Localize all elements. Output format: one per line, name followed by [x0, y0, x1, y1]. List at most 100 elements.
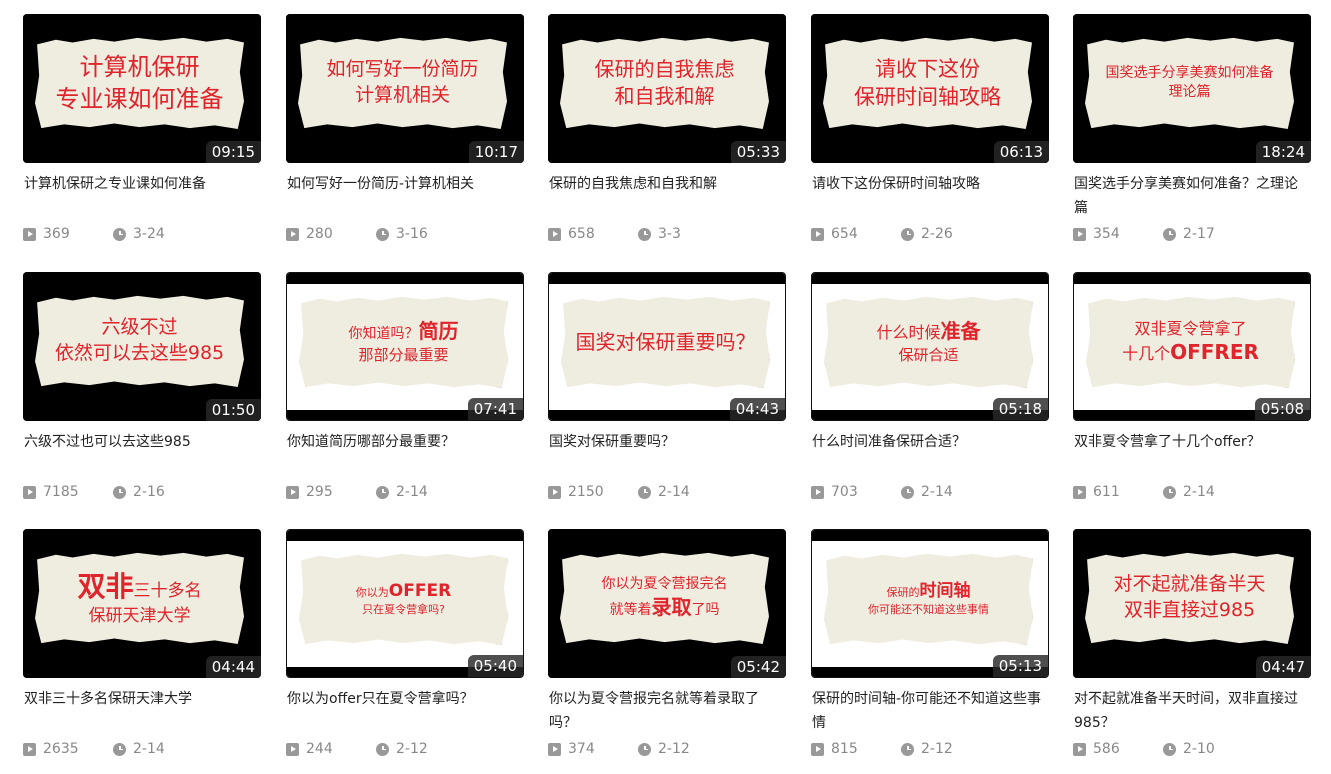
video-title[interactable]: 如何写好一份简历-计算机相关	[287, 172, 523, 196]
video-title[interactable]: 六级不过也可以去这些985	[24, 430, 260, 454]
thumbnail-text: 对不起就准备半天	[1113, 573, 1266, 596]
view-count: 244	[286, 741, 376, 757]
thumbnail-top-band	[548, 529, 786, 541]
video-thumbnail[interactable]: 对不起就准备半天 双非直接过985 04:47	[1073, 529, 1311, 678]
video-title[interactable]: 双非夏令营拿了十几个offer？	[1074, 430, 1310, 454]
video-title[interactable]: 保研的时间轴-你可能还不知道这些事情	[812, 687, 1048, 735]
video-title[interactable]: 你以为夏令营报完名就等着录取了吗？	[549, 687, 785, 735]
video-title[interactable]: 你知道简历哪部分最重要？	[287, 430, 523, 454]
video-card[interactable]: 计算机保研 专业课如何准备 09:15 计算机保研之专业课如何准备 369 3-24	[23, 14, 261, 259]
view-count-text: 354	[1093, 226, 1120, 242]
video-title[interactable]: 你以为offer只在夏令营拿吗？	[287, 687, 523, 711]
video-card[interactable]: 保研的时间轴 你可能还不知道这些事情 05:13 保研的时间轴-你可能还不知道这些事情…	[811, 529, 1049, 774]
clock-icon	[376, 742, 389, 756]
video-meta: 2150 2-14	[548, 482, 786, 502]
video-thumbnail[interactable]: 双非三十多名 保研天津大学 04:44	[23, 529, 261, 678]
video-title[interactable]: 国奖选手分享美赛如何准备？之理论篇	[1074, 172, 1310, 220]
video-card[interactable]: 什么时候准备 保研合适 05:18 什么时间准备保研合适？ 703 2-14	[811, 272, 1049, 517]
view-count-text: 244	[306, 741, 333, 757]
video-card[interactable]: 你知道吗？简历 那部分最重要 07:41 你知道简历哪部分最重要？ 295 2-14	[286, 272, 524, 517]
video-title[interactable]: 请收下这份保研时间轴攻略	[812, 172, 1048, 196]
thumbnail-text-line: 那部分最重要	[358, 345, 448, 365]
video-meta: 295 2-14	[286, 482, 524, 502]
video-thumbnail[interactable]: 你以为夏令营报完名 就等着录取了吗 05:42	[548, 529, 786, 678]
view-count: 374	[548, 741, 638, 757]
video-card[interactable]: 六级不过 依然可以去这些985 01:50 六级不过也可以去这些985 7185 2-16	[23, 272, 261, 517]
thumbnail-text-line: 国奖选手分享美赛如何准备	[1106, 64, 1274, 83]
thumbnail-top-band	[812, 530, 1048, 541]
video-title[interactable]: 计算机保研之专业课如何准备	[24, 172, 260, 196]
video-thumbnail[interactable]: 什么时候准备 保研合适 05:18	[811, 272, 1049, 421]
clock-icon	[113, 742, 126, 756]
video-card[interactable]: 保研的自我焦虑 和自我和解 05:33 保研的自我焦虑和自我和解 658 3-3	[548, 14, 786, 259]
video-thumbnail[interactable]: 计算机保研 专业课如何准备 09:15	[23, 14, 261, 163]
video-card[interactable]: 如何写好一份简历 计算机相关 10:17 如何写好一份简历-计算机相关 280 3-16	[286, 14, 524, 259]
video-thumbnail[interactable]: 六级不过 依然可以去这些985 01:50	[23, 272, 261, 421]
duration-badge: 05:40	[467, 655, 523, 677]
publish-date-text: 3-3	[658, 226, 681, 242]
video-card[interactable]: 你以为OFFER 只在夏令营拿吗? 05:40 你以为offer只在夏令营拿吗？ 244…	[286, 529, 524, 774]
publish-date: 2-26	[901, 226, 953, 242]
thumbnail-paper-graphic: 国奖选手分享美赛如何准备 理论篇	[1085, 37, 1294, 129]
video-card[interactable]: 国奖选手分享美赛如何准备 理论篇 18:24 国奖选手分享美赛如何准备？之理论篇 354…	[1073, 14, 1311, 259]
video-card[interactable]: 对不起就准备半天 双非直接过985 04:47 对不起就准备半天时间，双非直接过985…	[1073, 529, 1311, 774]
video-thumbnail[interactable]: 国奖对保研重要吗？ 04:43	[548, 272, 786, 421]
thumbnail-text-line: 六级不过	[101, 315, 177, 341]
thumbnail-text-line: 只在夏令营拿吗?	[362, 603, 445, 618]
video-thumbnail[interactable]: 保研的时间轴 你可能还不知道这些事情 05:13	[811, 529, 1049, 678]
video-thumbnail[interactable]: 你知道吗？简历 那部分最重要 07:41	[286, 272, 524, 421]
video-thumbnail[interactable]: 如何写好一份简历 计算机相关 10:17	[286, 14, 524, 163]
thumbnail-text-line: 十几个OFFRER	[1122, 339, 1259, 366]
video-title[interactable]: 双非三十多名保研天津大学	[24, 687, 260, 711]
video-meta: 586 2-10	[1073, 739, 1311, 759]
video-thumbnail[interactable]: 保研的自我焦虑 和自我和解 05:33	[548, 14, 786, 163]
thumbnail-text-line: 你以为夏令营报完名	[602, 575, 728, 594]
thumbnail-text: 理论篇	[1168, 84, 1211, 100]
video-meta: 611 2-14	[1073, 482, 1311, 502]
view-count-text: 586	[1093, 741, 1120, 757]
thumbnail-text-line: 双非直接过985	[1124, 598, 1255, 624]
thumbnail-text: 双非夏令营拿了	[1134, 318, 1247, 338]
view-count: 369	[23, 226, 113, 242]
thumbnail-paper-graphic: 双非三十多名 保研天津大学	[35, 552, 244, 644]
video-title[interactable]: 什么时间准备保研合适？	[812, 430, 1048, 454]
video-meta: 244 2-12	[286, 739, 524, 759]
thumbnail-text-line: 对不起就准备半天	[1113, 572, 1265, 598]
view-count-text: 658	[568, 226, 595, 242]
video-thumbnail[interactable]: 双非夏令营拿了 十几个OFFRER 05:08	[1073, 272, 1311, 421]
video-card[interactable]: 国奖对保研重要吗？ 04:43 国奖对保研重要吗？ 2150 2-14	[548, 272, 786, 517]
clock-icon	[376, 227, 389, 241]
view-count-text: 611	[1093, 484, 1120, 500]
video-card[interactable]: 双非三十多名 保研天津大学 04:44 双非三十多名保研天津大学 2635 2-14	[23, 529, 261, 774]
view-count-text: 295	[306, 484, 333, 500]
video-card[interactable]: 双非夏令营拿了 十几个OFFRER 05:08 双非夏令营拿了十几个offer？ 611…	[1073, 272, 1311, 517]
view-count: 2635	[23, 741, 113, 757]
thumbnail-text: 计算机相关	[354, 84, 450, 106]
thumbnail-text-line: 保研的自我焦虑	[595, 56, 735, 83]
video-card[interactable]: 请收下这份 保研时间轴攻略 06:13 请收下这份保研时间轴攻略 654 2-26	[811, 14, 1049, 259]
thumbnail-text: 就等着	[609, 601, 652, 618]
view-count: 658	[548, 226, 638, 242]
thumbnail-text: 那部分最重要	[358, 346, 449, 365]
publish-date: 2-10	[1163, 741, 1215, 757]
video-thumbnail[interactable]: 你以为OFFER 只在夏令营拿吗? 05:40	[286, 529, 524, 678]
video-title[interactable]: 保研的自我焦虑和自我和解	[549, 172, 785, 196]
video-thumbnail[interactable]: 国奖选手分享美赛如何准备 理论篇 18:24	[1073, 14, 1311, 163]
view-count: 354	[1073, 226, 1163, 242]
thumbnail-text-line: 保研合适	[898, 345, 958, 365]
video-title[interactable]: 对不起就准备半天时间，双非直接过985？	[1074, 687, 1310, 735]
video-meta: 280 3-16	[286, 224, 524, 244]
thumbnail-text-emphasis: 录取	[651, 594, 692, 619]
thumbnail-top-band	[1074, 273, 1310, 284]
play-count-icon	[548, 742, 561, 756]
thumbnail-paper-graphic: 国奖对保研重要吗？	[561, 296, 770, 388]
duration-badge: 01:50	[205, 399, 261, 421]
video-meta: 703 2-14	[811, 482, 1049, 502]
thumbnail-text-emphasis: 简历	[418, 319, 459, 344]
thumbnail-top-band	[548, 14, 786, 26]
publish-date-text: 2-12	[921, 741, 953, 757]
video-thumbnail[interactable]: 请收下这份 保研时间轴攻略 06:13	[811, 14, 1049, 163]
video-card[interactable]: 你以为夏令营报完名 就等着录取了吗 05:42 你以为夏令营报完名就等着录取了吗？ 37…	[548, 529, 786, 774]
video-title[interactable]: 国奖对保研重要吗？	[549, 430, 785, 454]
view-count: 654	[811, 226, 901, 242]
